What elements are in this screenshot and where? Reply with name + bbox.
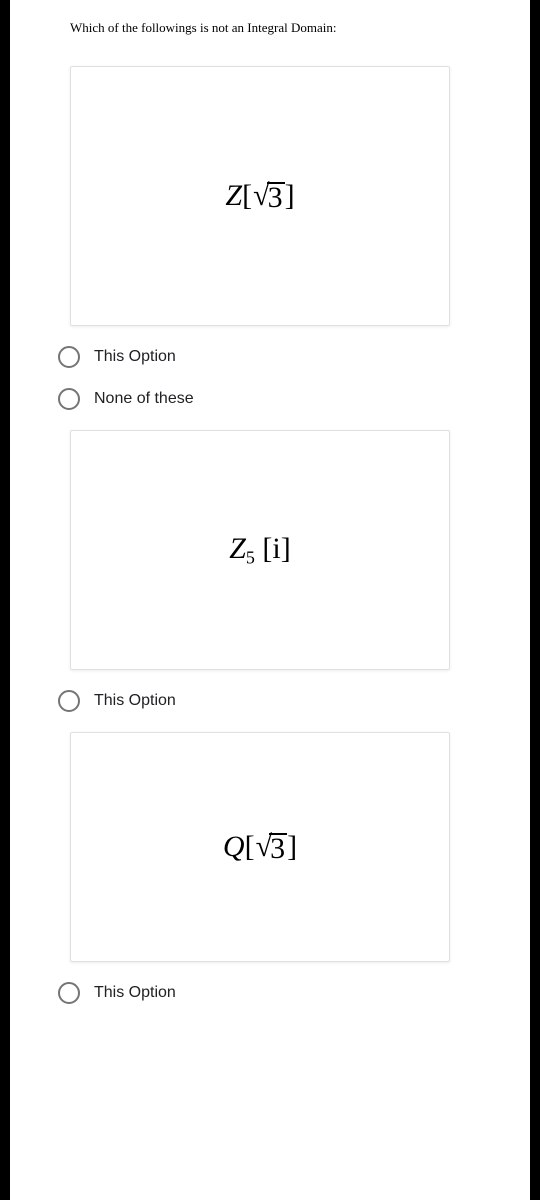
- radio-icon[interactable]: [58, 388, 80, 410]
- math-expression-1: Z[√3]: [225, 179, 294, 213]
- option-image-2: Z5 [i]: [70, 430, 450, 670]
- option-label: This Option: [94, 348, 176, 366]
- radio-icon[interactable]: [58, 690, 80, 712]
- option-row-1[interactable]: This Option: [10, 336, 530, 378]
- option-row-4[interactable]: This Option: [10, 972, 530, 1014]
- radio-icon[interactable]: [58, 346, 80, 368]
- radio-icon[interactable]: [58, 982, 80, 1004]
- option-row-3[interactable]: This Option: [10, 680, 530, 722]
- question-text: Which of the followings is not an Integr…: [10, 20, 530, 56]
- option-image-3: Q[√3]: [70, 732, 450, 962]
- option-image-1: Z[√3]: [70, 66, 450, 326]
- option-label: This Option: [94, 692, 176, 710]
- math-expression-2: Z5 [i]: [229, 532, 291, 568]
- option-label: This Option: [94, 984, 176, 1002]
- form-page: Which of the followings is not an Integr…: [10, 0, 530, 1200]
- math-expression-3: Q[√3]: [223, 830, 297, 864]
- option-label: None of these: [94, 390, 194, 408]
- option-row-2[interactable]: None of these: [10, 378, 530, 420]
